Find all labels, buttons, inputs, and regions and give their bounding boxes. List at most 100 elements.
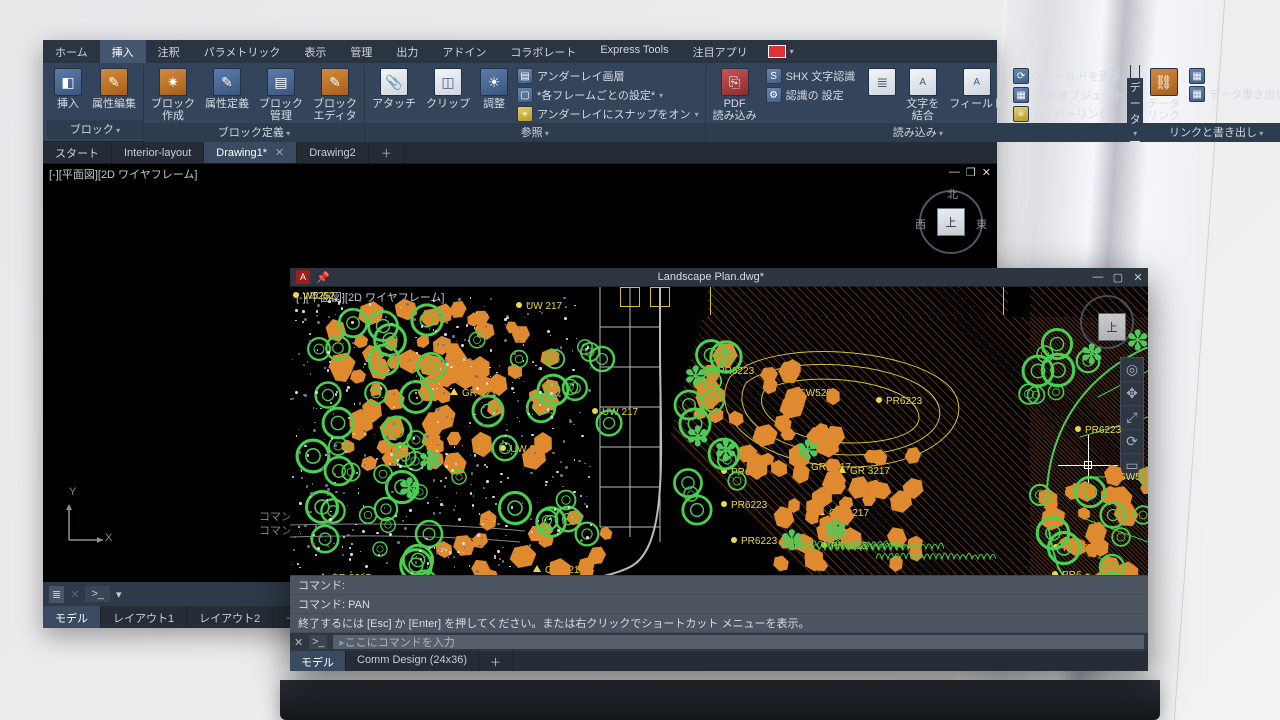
shrub-block[interactable] [1133,505,1148,524]
create-block-button[interactable]: ✷ブロック 作成 [148,67,198,123]
panel-title[interactable]: 読み込み [706,123,1131,142]
hyperlink-button[interactable]: ⍟ハイパーリンク [1011,105,1126,123]
ribbon-tab[interactable]: 出力 [384,40,430,63]
zoom-extents-icon[interactable]: ⤢ [1121,406,1143,430]
shrub-block[interactable] [544,349,564,369]
layout-tab[interactable]: レイアウト1 [101,606,187,628]
recognition-settings-button[interactable]: ⚙認識の 設定 [764,86,858,104]
flower-block[interactable]: ✽ [398,475,421,503]
document-tab[interactable]: Drawing1*✕ [204,142,297,163]
ole-object-button[interactable]: ▦OLE オブジェクト [1011,86,1126,104]
flower-block[interactable]: ✽ [686,423,709,451]
panel-title[interactable]: リンクと書き出し [1140,123,1280,142]
maximize-icon[interactable]: ▢ [1108,271,1128,284]
command-line-launcher[interactable]: >_ [85,586,110,602]
document-tab[interactable]: Interior-layout [112,142,204,163]
document-tab[interactable]: Drawing2 [297,142,368,163]
shrub-block[interactable] [574,522,599,547]
pdf-import-button[interactable]: ⎘PDF 読み込み [710,67,760,123]
insert-block-button[interactable]: ◧ 挿入 [51,67,85,111]
groundcover-squiggle[interactable] [824,537,944,555]
compass-east[interactable]: 東 [976,216,987,232]
flower-block[interactable]: ✽ [1126,327,1148,355]
pan-icon[interactable]: ✥ [1121,382,1143,406]
viewcube[interactable]: 上 北 東 西 [919,190,983,254]
close-cmdline-icon[interactable]: ✕ [294,636,303,649]
shrub-block[interactable] [561,378,578,395]
flower-block[interactable]: ✽ [796,437,819,465]
shrub-block[interactable] [683,486,699,502]
maximize-icon[interactable]: ❐ [966,166,976,179]
flower-block[interactable]: ✽ [1076,571,1099,575]
data-export-button[interactable]: ▦データ書き出し [1187,85,1280,103]
ribbon-tab[interactable]: 管理 [338,40,384,63]
combine-text-button[interactable]: A文字を 結合 [903,67,942,123]
update-field-button[interactable]: ⟳フィールドを更新 [1011,67,1126,85]
layout-tab[interactable]: Comm Design (24x36) [346,651,479,671]
shrub-block[interactable] [509,350,527,368]
shrub-block[interactable] [1099,501,1126,528]
pin-icon[interactable]: 📌 [316,271,330,284]
shrub-block[interactable] [1029,484,1051,506]
ribbon-tab[interactable]: Express Tools [588,40,680,63]
panel-title[interactable]: 参照 [365,123,705,142]
shrub-block[interactable] [321,407,354,440]
drawing-canvas[interactable]: [-][平面図][2D ワイヤフレーム] [290,287,1148,575]
viewcube-top-face[interactable]: 上 [937,208,965,236]
edit-attributes-button[interactable]: ✎ 属性編集 [89,67,139,111]
ribbon-tab[interactable]: ホーム [43,40,100,63]
compass-north[interactable]: 北 [947,186,958,202]
plant-label[interactable]: PR6223 [721,500,767,511]
close-icon[interactable]: ✕ [982,166,991,179]
ribbon-tab[interactable]: 表示 [292,40,338,63]
define-attr-button[interactable]: ✎属性定義 [202,67,252,111]
ribbon-tab[interactable]: パラメトリック [192,40,293,63]
minimize-icon[interactable]: — [949,166,960,179]
shrub-block[interactable] [314,382,341,409]
close-tab-icon[interactable]: ✕ [275,146,284,159]
shrub-block[interactable] [491,434,518,461]
shx-recognize-button[interactable]: SSHX 文字認識 [764,67,858,85]
ribbon-tab[interactable]: 注釈 [146,40,192,63]
underlay-layers-button[interactable]: ▤アンダーレイ画層 [515,67,701,85]
shrub-block[interactable] [381,415,412,446]
shrub-block[interactable] [1111,527,1130,546]
minimize-icon[interactable]: — [1088,271,1108,283]
snap-underlay-button[interactable]: ⌖アンダーレイにスナップをオン ▾ [515,105,701,123]
shrub-block[interactable] [414,519,443,548]
shrub-block[interactable] [364,381,388,405]
groundcover-squiggle[interactable] [769,574,889,575]
command-input[interactable]: ▸ ここにコマンドを入力 [333,635,1144,649]
ribbon-tab[interactable]: 注目アプリ [681,40,760,63]
ribbon-tab[interactable]: コラボレート [498,40,588,63]
shrub-block[interactable] [498,491,532,525]
command-prompt-icon[interactable]: >_ [309,635,327,649]
shrub-block[interactable] [1021,354,1054,387]
frame-settings-button[interactable]: ▢*各フレームごとの設定* ▾ [515,86,701,104]
shrub-block[interactable] [1047,531,1081,565]
adjust-button[interactable]: ☀調整 [477,67,511,111]
shrub-block[interactable] [727,471,746,490]
flower-block[interactable]: ✽ [418,447,441,475]
panel-title[interactable]: ブロック定義 [144,123,364,142]
command-prompt-icon[interactable]: ≣ [49,586,64,603]
panel-title[interactable]: ブロック [47,120,143,139]
block-manager-button[interactable]: ▤ブロック 管理 [256,67,306,123]
layout-tab[interactable]: モデル [43,606,101,628]
command-line[interactable]: ✕ >_ ▸ ここにコマンドを入力 [290,633,1148,651]
orbit-icon[interactable]: ⟳ [1121,430,1143,454]
clip-button[interactable]: ◫クリップ [423,67,473,111]
plant-label[interactable]: GR 3217 [838,466,890,477]
shrub-block[interactable] [1099,554,1125,575]
field-button[interactable]: Aフィールド [946,67,1007,111]
plant-label[interactable]: PR6223 [1075,425,1121,436]
steering-wheel-icon[interactable]: ◎ [1121,358,1143,382]
shrub-block[interactable] [471,394,504,427]
flower-block[interactable]: ✽ [684,363,707,391]
data-link-small-button[interactable]: ▦ [1187,67,1280,85]
new-tab-button[interactable]: ＋ [369,142,405,163]
shrub-block[interactable] [373,497,398,522]
recognition-panel-button[interactable]: ≣ [865,67,899,97]
title-bar[interactable]: A 📌 Landscape Plan.dwg* — ▢ ✕ [290,268,1148,287]
block-editor-button[interactable]: ✎ブロック エディタ [310,67,360,123]
